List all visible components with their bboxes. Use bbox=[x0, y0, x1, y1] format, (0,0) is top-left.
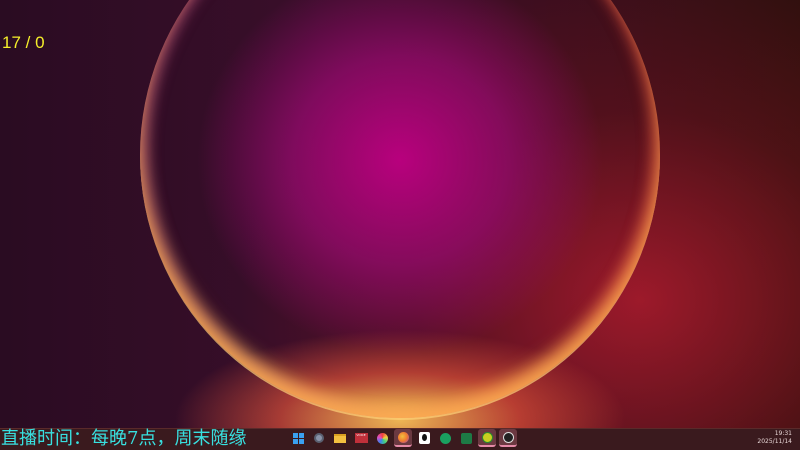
taskbar-green-yellow-app[interactable] bbox=[478, 429, 496, 447]
qq-icon bbox=[419, 432, 430, 444]
windows-start-button[interactable] bbox=[289, 429, 307, 447]
green-yellow-app-icon bbox=[482, 432, 493, 443]
clock-date: 2025/11/14 bbox=[757, 438, 792, 446]
windows-start-icon bbox=[293, 433, 304, 444]
stream-schedule-banner: 直播时间：每晚7点，周末随缘 bbox=[1, 428, 246, 450]
taskbar-excel[interactable] bbox=[457, 429, 475, 447]
system-clock[interactable]: 19:31 2025/11/14 bbox=[757, 430, 792, 446]
clock-time: 19:31 bbox=[757, 430, 792, 438]
taskbar-icons: VOICE bbox=[289, 429, 517, 447]
green-app-icon bbox=[440, 433, 451, 444]
taskbar-green-app[interactable] bbox=[436, 429, 454, 447]
colorful-app-icon bbox=[377, 433, 388, 444]
counter-overlay: 17 / 0 bbox=[2, 33, 45, 53]
settings-app-icon bbox=[314, 433, 324, 443]
desktop-wallpaper bbox=[0, 0, 800, 428]
voicemeeter-icon: VOICE bbox=[355, 433, 368, 443]
wallpaper-ring bbox=[140, 0, 660, 420]
file-explorer-icon bbox=[334, 434, 346, 443]
taskbar-firefox[interactable] bbox=[394, 429, 412, 447]
obs-icon bbox=[503, 432, 514, 443]
taskbar-voicemeeter[interactable]: VOICE bbox=[352, 429, 370, 447]
taskbar-obs[interactable] bbox=[499, 429, 517, 447]
taskbar-settings-app[interactable] bbox=[310, 429, 328, 447]
taskbar-qq[interactable] bbox=[415, 429, 433, 447]
taskbar-colorful-app[interactable] bbox=[373, 429, 391, 447]
excel-icon bbox=[461, 433, 472, 444]
firefox-icon bbox=[398, 432, 409, 443]
taskbar-file-explorer[interactable] bbox=[331, 429, 349, 447]
